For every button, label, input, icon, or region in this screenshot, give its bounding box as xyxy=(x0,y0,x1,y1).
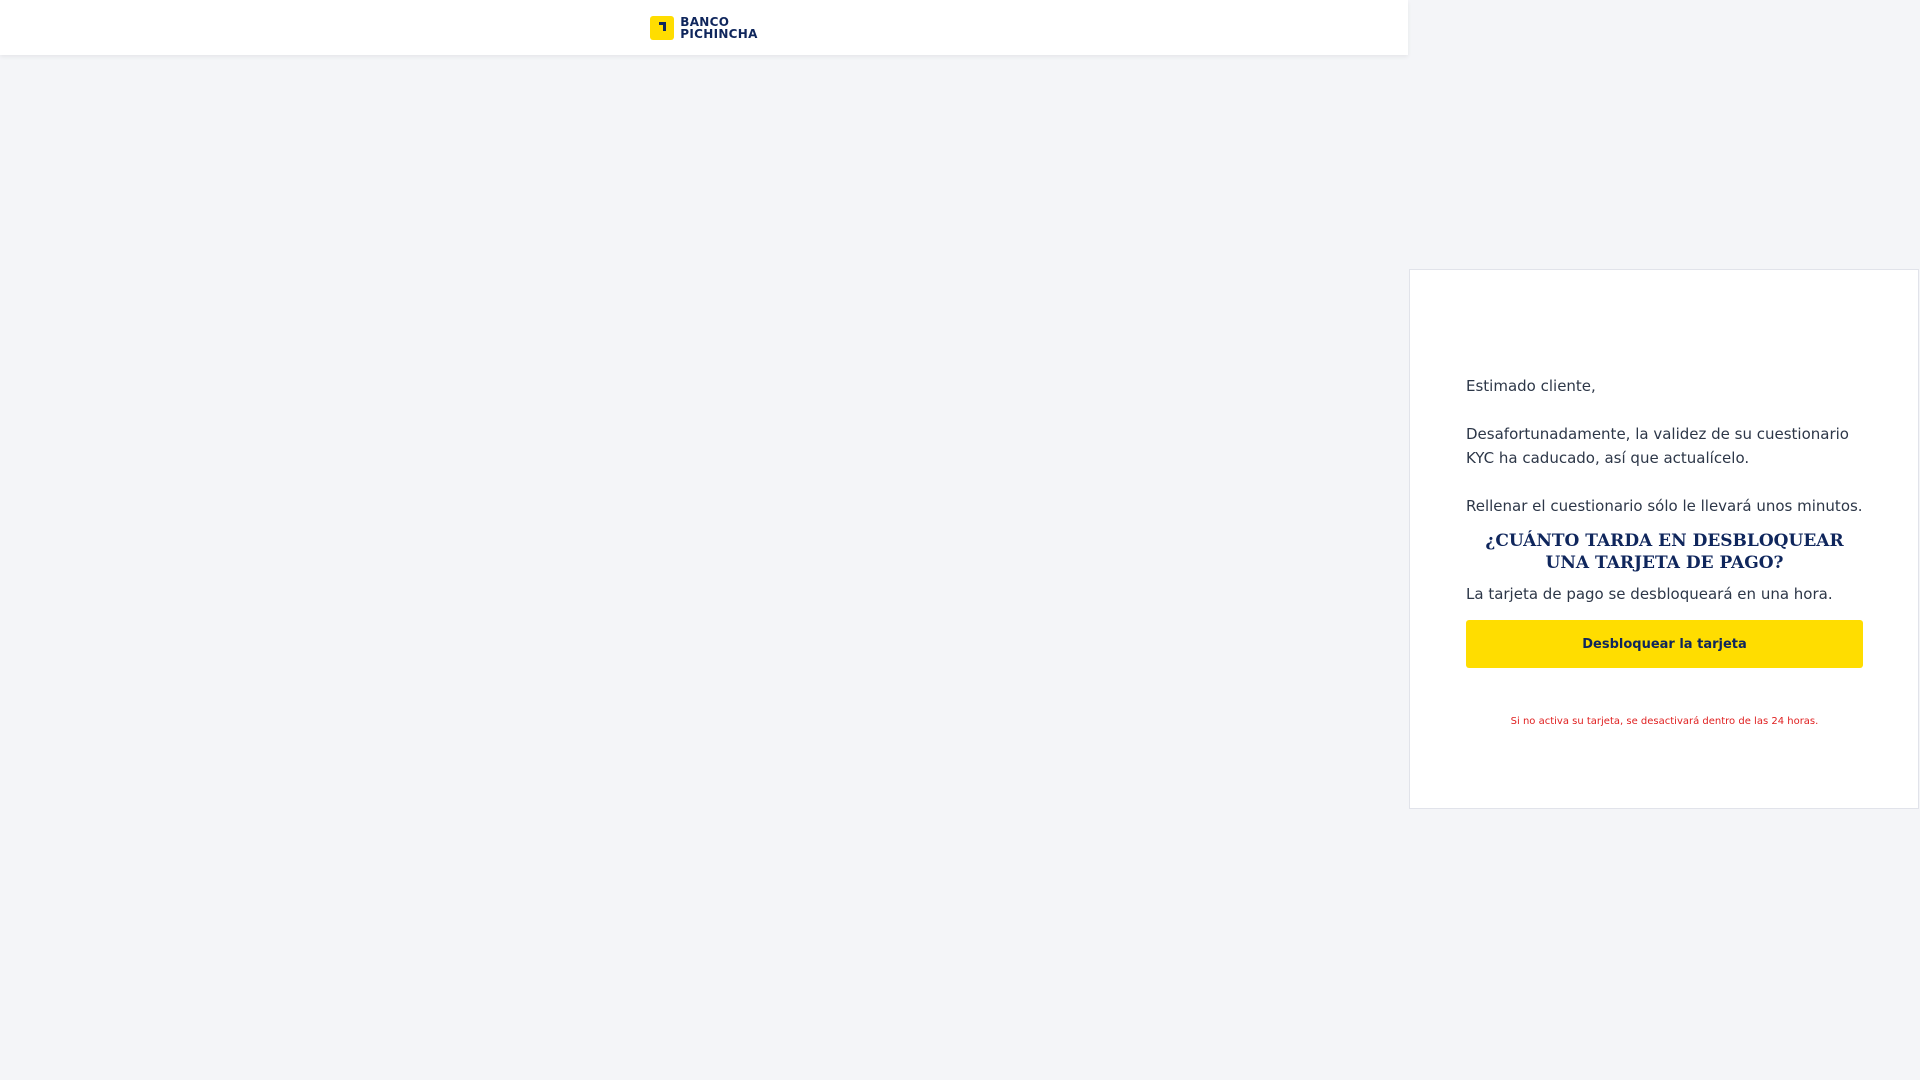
deactivation-warning: Si no activa su tarjeta, se desactivará … xyxy=(1510,716,1819,727)
unlock-card-button[interactable]: Desbloquear la tarjeta xyxy=(1466,620,1863,668)
faq-title: ¿CUÁNTO TARDA EN DESBLOQUEAR UNA TARJETA… xyxy=(1485,531,1844,573)
logo-line-1: BANCO xyxy=(680,14,730,29)
brand-logo[interactable]: BANCO PICHINCHA xyxy=(650,15,757,40)
logo-line-2: PICHINCHA xyxy=(680,26,758,41)
message-text: Desafortunadamente, la validez de su cue… xyxy=(1466,425,1849,467)
card-content: Estimado cliente, Desafortunadamente, la… xyxy=(1466,374,1863,727)
faq-answer: La tarjeta de pago se desbloqueará en un… xyxy=(1466,585,1833,603)
kyc-card: Estimado cliente, Desafortunadamente, la… xyxy=(1409,269,1919,809)
logo-mark-icon xyxy=(650,15,675,40)
note-text: Rellenar el cuestionario sólo le llevará… xyxy=(1466,497,1863,515)
top-header: BANCO PICHINCHA xyxy=(0,0,1408,55)
greeting-text: Estimado cliente, xyxy=(1466,377,1596,395)
logo-wordmark: BANCO PICHINCHA xyxy=(680,16,757,40)
